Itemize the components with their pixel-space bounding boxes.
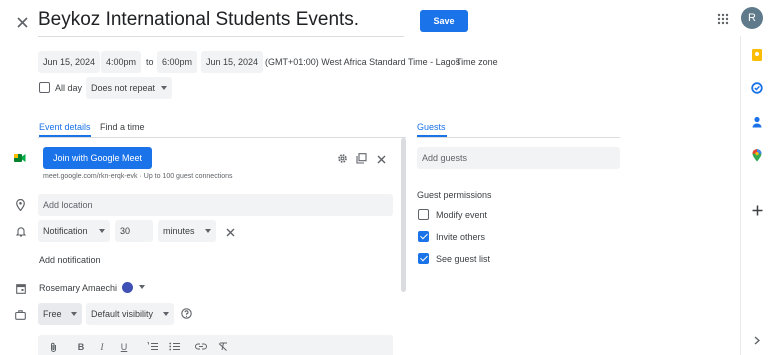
remove-notification-icon[interactable]: [224, 226, 236, 238]
notification-unit-dropdown[interactable]: minutes: [158, 220, 216, 242]
see-guest-list-label: See guest list: [436, 254, 491, 264]
apps-grid-icon[interactable]: [714, 10, 732, 28]
add-guests-input[interactable]: Add guests: [417, 147, 620, 169]
repeat-dropdown[interactable]: Does not repeat: [86, 77, 173, 99]
tab-find-time[interactable]: Find a time: [100, 122, 145, 132]
side-panel-divider: [740, 36, 741, 355]
scrollbar[interactable]: [401, 138, 406, 292]
close-icon[interactable]: [14, 14, 30, 30]
location-input[interactable]: Add location: [38, 194, 393, 216]
modify-event-label: Modify event: [436, 210, 488, 220]
underline-icon[interactable]: U: [119, 341, 129, 352]
visibility-value: Default visibility: [91, 309, 154, 319]
all-day-checkbox[interactable]: [39, 82, 50, 93]
tab-event-details[interactable]: Event details: [39, 122, 91, 132]
numbered-list-icon[interactable]: [146, 341, 158, 352]
end-time-field[interactable]: 6:00pm: [157, 51, 198, 73]
tabs-divider: [38, 137, 406, 138]
meet-info[interactable]: meet.google.com/rkn-erqk-evk · Up to 100…: [43, 173, 233, 180]
attachment-icon[interactable]: [48, 341, 58, 352]
avatar[interactable]: R: [741, 7, 763, 29]
gear-icon[interactable]: [336, 152, 349, 165]
bulleted-list-icon[interactable]: [168, 341, 180, 352]
notification-value-input[interactable]: 30: [115, 220, 153, 242]
contacts-icon[interactable]: [750, 115, 764, 129]
guest-permissions-title: Guest permissions: [417, 190, 492, 200]
modify-event-checkbox[interactable]: [418, 209, 429, 220]
chevron-down-icon: [161, 86, 168, 90]
add-icon[interactable]: [750, 203, 764, 217]
keep-icon[interactable]: [750, 48, 764, 62]
visibility-dropdown[interactable]: Default visibility: [86, 303, 174, 325]
join-meet-button[interactable]: Join with Google Meet: [43, 147, 152, 169]
tab-guests[interactable]: Guests: [417, 122, 446, 132]
availability-value: Free: [43, 309, 62, 319]
calendar-icon: [14, 282, 27, 295]
notification-type-value: Notification: [43, 226, 88, 236]
chevron-down-icon: [71, 312, 77, 316]
calendar-color-dot: [122, 281, 133, 293]
add-notification-link[interactable]: Add notification: [39, 255, 101, 265]
invite-others-label: Invite others: [436, 232, 486, 242]
link-icon[interactable]: [195, 341, 207, 352]
formatting-toolbar: B I U: [38, 335, 393, 355]
timezone-link[interactable]: Time zone: [456, 57, 498, 67]
help-icon[interactable]: [180, 307, 193, 320]
repeat-value: Does not repeat: [91, 83, 156, 93]
clear-formatting-icon[interactable]: [217, 341, 229, 352]
calendar-color-dropdown[interactable]: [116, 277, 152, 297]
event-title-input[interactable]: Beykoz International Students Events.: [38, 9, 404, 37]
italic-icon[interactable]: I: [97, 341, 107, 352]
availability-dropdown[interactable]: Free: [38, 303, 82, 325]
chevron-down-icon: [99, 229, 105, 233]
tasks-icon[interactable]: [750, 81, 764, 95]
see-guest-list-checkbox[interactable]: [418, 253, 429, 264]
bold-icon[interactable]: B: [76, 341, 86, 352]
end-date-field[interactable]: Jun 15, 2024: [201, 51, 264, 73]
start-date-field[interactable]: Jun 15, 2024: [38, 51, 101, 73]
briefcase-icon: [14, 308, 27, 321]
to-label: to: [146, 57, 154, 67]
guests-divider: [417, 137, 620, 138]
chevron-down-icon: [205, 229, 211, 233]
start-time-field[interactable]: 4:00pm: [101, 51, 142, 73]
maps-icon[interactable]: [750, 148, 764, 162]
calendar-owner-label: Rosemary Amaechi: [39, 283, 118, 293]
notification-type-dropdown[interactable]: Notification: [38, 220, 110, 242]
notification-unit-value: minutes: [163, 226, 195, 236]
timezone-label: (GMT+01:00) West Africa Standard Time - …: [265, 57, 461, 67]
google-meet-icon: [13, 151, 27, 165]
chevron-down-icon: [139, 285, 145, 289]
close-icon[interactable]: [375, 153, 387, 165]
chevron-down-icon: [163, 312, 169, 316]
location-pin-icon: [14, 198, 27, 211]
all-day-label: All day: [55, 83, 83, 93]
invite-others-checkbox[interactable]: [418, 231, 429, 242]
save-button[interactable]: Save: [420, 10, 468, 32]
bell-icon: [14, 225, 27, 238]
copy-icon[interactable]: [355, 152, 368, 165]
chevron-right-icon[interactable]: [751, 334, 763, 346]
